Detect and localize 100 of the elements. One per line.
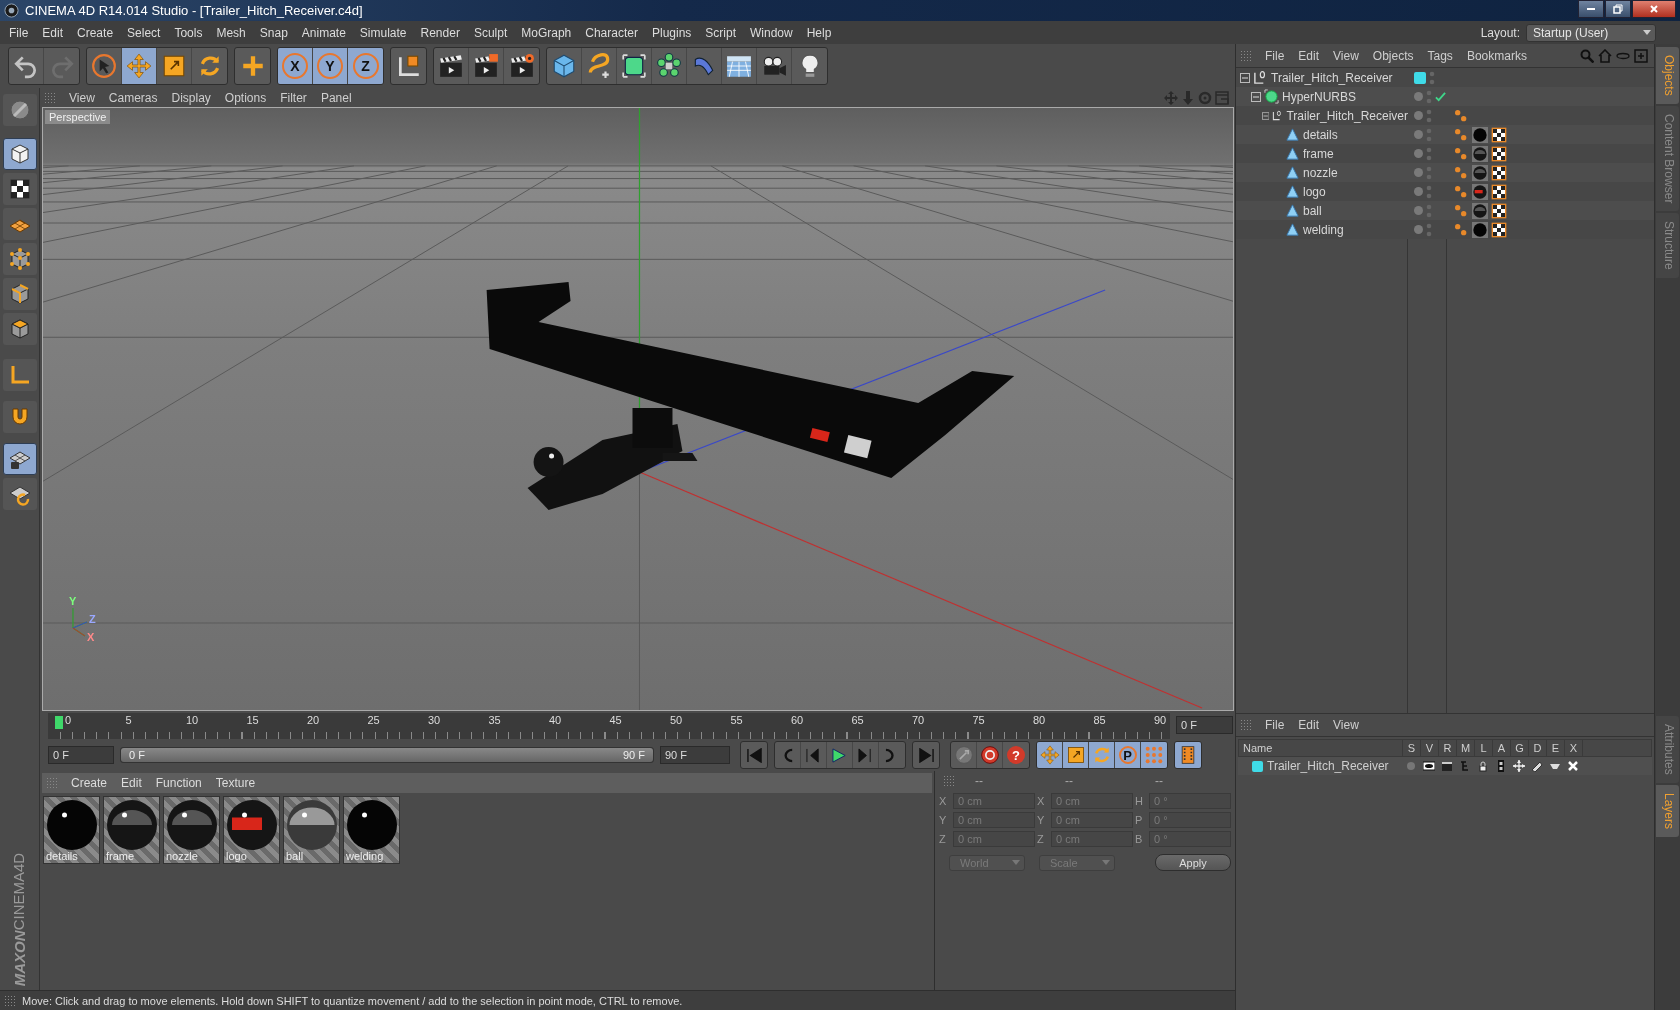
tool-button[interactable]: [2, 173, 37, 205]
menu-item[interactable]: Edit: [1291, 718, 1327, 732]
material-swatch[interactable]: details: [43, 796, 100, 864]
frame-range-fill[interactable]: 0 F 90 F: [121, 748, 653, 762]
visibility-dot[interactable]: [1414, 168, 1423, 177]
column-header[interactable]: Name: [1239, 740, 1403, 756]
tool-button[interactable]: [2, 313, 37, 345]
menu-item[interactable]: Objects: [1365, 48, 1421, 63]
solo-dot-icon[interactable]: [1405, 760, 1417, 772]
menu-item[interactable]: Mesh: [209, 25, 253, 40]
current-frame-field[interactable]: 0 F: [1176, 716, 1233, 734]
menu-item[interactable]: Filter: [273, 90, 314, 105]
menu-item[interactable]: Window: [743, 25, 800, 40]
column-header[interactable]: V: [1421, 740, 1439, 756]
visibility-dots-icon[interactable]: [1426, 165, 1432, 180]
menu-item[interactable]: Script: [698, 25, 743, 40]
maximize-button[interactable]: [1605, 0, 1631, 18]
menu-item[interactable]: Create: [64, 776, 115, 790]
visibility-dot[interactable]: [1414, 92, 1423, 101]
menu-item[interactable]: Tools: [167, 25, 210, 40]
menu-item[interactable]: Snap: [252, 25, 295, 40]
layout-dropdown[interactable]: Startup (User): [1526, 23, 1656, 42]
key-tool-button[interactable]: P: [1115, 742, 1141, 768]
menu-item[interactable]: View: [1326, 48, 1366, 63]
collapse-icon[interactable]: [1262, 110, 1270, 121]
visibility-dot[interactable]: [1414, 111, 1423, 120]
menu-item[interactable]: File: [1258, 718, 1292, 732]
collapse-icon[interactable]: [1251, 91, 1261, 102]
menu-item[interactable]: Function: [148, 776, 209, 790]
visibility-dot[interactable]: [1414, 149, 1423, 158]
menu-item[interactable]: Options: [217, 90, 274, 105]
menu-item[interactable]: Edit: [114, 776, 149, 790]
column-header[interactable]: M: [1457, 740, 1475, 756]
column-header[interactable]: R: [1439, 740, 1457, 756]
checkmark-icon[interactable]: [1435, 91, 1446, 102]
column-header[interactable]: X: [1565, 740, 1583, 756]
menu-item[interactable]: File: [2, 25, 36, 40]
key-tool-button[interactable]: [1175, 742, 1201, 768]
menu-item[interactable]: Select: [120, 25, 168, 40]
column-header[interactable]: S: [1403, 740, 1421, 756]
visibility-dots-icon[interactable]: [1426, 184, 1432, 199]
menu-item[interactable]: Plugins: [644, 25, 699, 40]
menu-item[interactable]: Animate: [294, 25, 353, 40]
hierarchy-icon[interactable]: [1459, 760, 1471, 772]
column-header[interactable]: A: [1493, 740, 1511, 756]
menu-item[interactable]: Edit: [1291, 48, 1327, 63]
start-frame-field[interactable]: 0 F: [48, 746, 114, 764]
material-swatch[interactable]: welding: [343, 796, 400, 864]
menu-item[interactable]: Bookmarks: [1459, 48, 1534, 63]
menu-item[interactable]: Tags: [1420, 48, 1460, 63]
visibility-dots-icon[interactable]: [1426, 146, 1432, 161]
column-header[interactable]: D: [1529, 740, 1547, 756]
visibility-dot[interactable]: [1414, 225, 1423, 234]
visibility-dots-icon[interactable]: [1429, 70, 1435, 85]
column-header[interactable]: G: [1511, 740, 1529, 756]
visibility-dots-icon[interactable]: [1426, 89, 1432, 104]
lock-icon[interactable]: [1477, 760, 1489, 772]
menu-item[interactable]: Help: [799, 25, 839, 40]
menu-item[interactable]: Simulate: [352, 25, 414, 40]
record-tool-button[interactable]: ?: [1003, 742, 1029, 768]
column-header[interactable]: E: [1547, 740, 1565, 756]
material-swatch[interactable]: frame: [103, 796, 160, 864]
tool-button[interactable]: [2, 138, 37, 170]
menu-item[interactable]: Character: [578, 25, 645, 40]
visibility-dot[interactable]: [1414, 187, 1423, 196]
menu-item[interactable]: Panel: [313, 90, 359, 105]
material-swatch[interactable]: ball: [283, 796, 340, 864]
eye-icon[interactable]: [1423, 760, 1435, 772]
menu-item[interactable]: Cameras: [101, 90, 165, 105]
minimize-button[interactable]: [1578, 0, 1604, 18]
menu-item[interactable]: View: [1326, 718, 1366, 732]
column-header[interactable]: L: [1475, 740, 1493, 756]
end-frame-field[interactable]: 90 F: [660, 746, 730, 764]
visibility-dot[interactable]: [1414, 206, 1423, 215]
close-button[interactable]: [1632, 0, 1676, 18]
axis-lock-button[interactable]: Y: [313, 48, 348, 84]
visibility-dots-icon[interactable]: [1426, 127, 1432, 142]
visibility-dots-icon[interactable]: [1426, 108, 1432, 123]
axis-lock-button[interactable]: X: [278, 48, 313, 84]
menu-item[interactable]: Create: [70, 25, 121, 40]
menu-item[interactable]: Display: [164, 90, 218, 105]
apply-button[interactable]: Apply: [1155, 854, 1231, 871]
axis-lock-button[interactable]: Z: [348, 48, 383, 84]
visibility-dots-icon[interactable]: [1426, 203, 1432, 218]
menu-item[interactable]: Sculpt: [466, 25, 515, 40]
menu-item[interactable]: Texture: [208, 776, 263, 790]
filmstrip-icon[interactable]: [1495, 760, 1507, 772]
menu-item[interactable]: File: [1258, 48, 1292, 63]
key-tool-button[interactable]: [1063, 742, 1089, 768]
tool-button[interactable]: [2, 443, 37, 475]
gizmo-icon[interactable]: [1513, 760, 1525, 772]
key-tool-button[interactable]: [1089, 742, 1115, 768]
menu-item[interactable]: View: [62, 90, 102, 105]
layer-row[interactable]: Trailer_Hitch_Receiver: [1238, 757, 1652, 775]
material-swatch[interactable]: nozzle: [163, 796, 220, 864]
collapse-icon[interactable]: [1240, 72, 1250, 83]
visibility-dot[interactable]: [1414, 130, 1423, 139]
clapperboard-icon[interactable]: [1441, 760, 1453, 772]
menu-item[interactable]: Render: [413, 25, 467, 40]
deformer-icon[interactable]: [1531, 760, 1543, 772]
